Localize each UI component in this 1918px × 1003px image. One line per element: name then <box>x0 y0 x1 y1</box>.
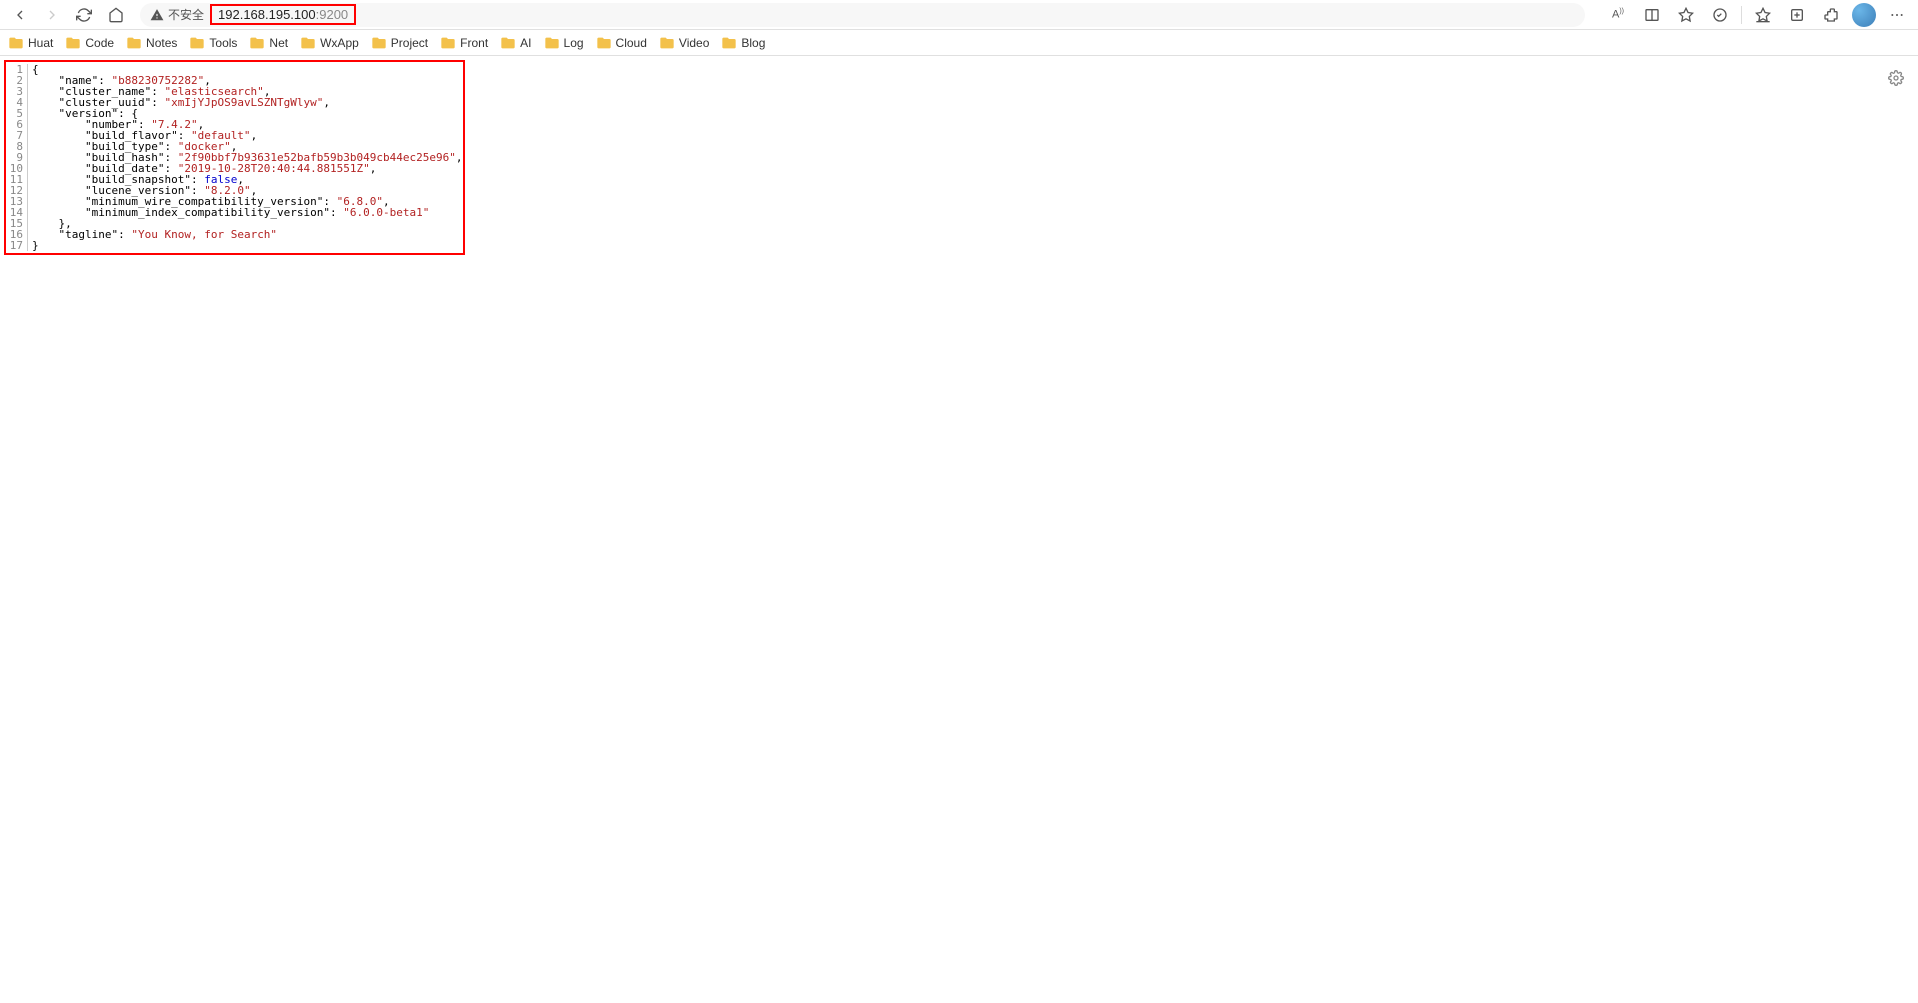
folder-icon <box>249 35 265 51</box>
folder-icon <box>440 35 456 51</box>
bookmarks-bar: Huat Code Notes Tools Net WxApp Project Front AI… <box>0 30 1918 56</box>
folder-icon <box>189 35 205 51</box>
bookmark-folder[interactable]: AI <box>500 35 531 51</box>
warning-icon <box>150 8 164 22</box>
bookmark-folder[interactable]: Net <box>249 35 288 51</box>
bookmark-label: Video <box>679 36 709 50</box>
line-content: } <box>28 240 39 251</box>
bookmark-label: Huat <box>28 36 53 50</box>
line-content: "minimum_index_compatibility_version": "… <box>28 207 429 218</box>
insecure-indicator: 不安全 <box>150 6 204 23</box>
forward-button[interactable] <box>40 3 64 27</box>
folder-icon <box>371 35 387 51</box>
json-line: 17} <box>6 240 463 251</box>
toolbar-right: A)) <box>1597 3 1910 27</box>
bookmark-folder[interactable]: Front <box>440 35 488 51</box>
bookmark-label: Log <box>564 36 584 50</box>
split-screen-button[interactable] <box>1639 3 1665 27</box>
line-number: 17 <box>6 240 28 251</box>
url-host: 192.168.195.100 <box>218 7 316 22</box>
bookmark-folder[interactable]: Log <box>544 35 584 51</box>
folder-icon <box>500 35 516 51</box>
folder-icon <box>659 35 675 51</box>
folder-icon <box>8 35 24 51</box>
bookmark-folder[interactable]: Notes <box>126 35 177 51</box>
bookmark-folder[interactable]: Tools <box>189 35 237 51</box>
json-line: 14 "minimum_index_compatibility_version"… <box>6 207 463 218</box>
bookmark-label: Front <box>460 36 488 50</box>
bookmark-label: Cloud <box>616 36 647 50</box>
json-response-block: 1{2 "name": "b88230752282",3 "cluster_na… <box>4 60 465 255</box>
bookmark-label: Project <box>391 36 428 50</box>
extensions-button[interactable] <box>1818 3 1844 27</box>
profile-avatar[interactable] <box>1852 3 1876 27</box>
bookmark-folder[interactable]: Project <box>371 35 428 51</box>
bookmark-folder[interactable]: Video <box>659 35 709 51</box>
url-port: :9200 <box>316 7 349 22</box>
back-button[interactable] <box>8 3 32 27</box>
bookmark-folder[interactable]: WxApp <box>300 35 359 51</box>
toolbar-divider <box>1741 6 1742 24</box>
json-viewer-settings-icon[interactable] <box>1884 66 1908 90</box>
collections-button[interactable] <box>1784 3 1810 27</box>
browser-toolbar: 不安全 192.168.195.100:9200 A)) <box>0 0 1918 30</box>
folder-icon <box>65 35 81 51</box>
bookmark-label: AI <box>520 36 531 50</box>
favorites-list-button[interactable] <box>1750 3 1776 27</box>
bookmark-folder[interactable]: Blog <box>721 35 765 51</box>
bookmark-label: Code <box>85 36 114 50</box>
json-line: 16 "tagline": "You Know, for Search" <box>6 229 463 240</box>
favorite-button[interactable] <box>1673 3 1699 27</box>
bookmark-folder[interactable]: Cloud <box>596 35 647 51</box>
url-highlight-box: 192.168.195.100:9200 <box>210 4 356 25</box>
bookmark-label: Tools <box>209 36 237 50</box>
bookmark-label: Blog <box>741 36 765 50</box>
refresh-button[interactable] <box>72 3 96 27</box>
folder-icon <box>721 35 737 51</box>
page-content: 1{2 "name": "b88230752282",3 "cluster_na… <box>0 56 1918 259</box>
bookmark-label: Notes <box>146 36 177 50</box>
sync-button[interactable] <box>1707 3 1733 27</box>
folder-icon <box>596 35 612 51</box>
folder-icon <box>300 35 316 51</box>
bookmark-label: WxApp <box>320 36 359 50</box>
insecure-label: 不安全 <box>168 6 204 23</box>
address-bar[interactable]: 不安全 192.168.195.100:9200 <box>140 3 1585 27</box>
folder-icon <box>126 35 142 51</box>
folder-icon <box>544 35 560 51</box>
read-aloud-button[interactable]: A)) <box>1605 3 1631 27</box>
bookmark-folder[interactable]: Code <box>65 35 114 51</box>
line-content: "tagline": "You Know, for Search" <box>28 229 277 240</box>
bookmark-folder[interactable]: Huat <box>8 35 53 51</box>
menu-button[interactable] <box>1884 3 1910 27</box>
home-button[interactable] <box>104 3 128 27</box>
bookmark-label: Net <box>269 36 288 50</box>
